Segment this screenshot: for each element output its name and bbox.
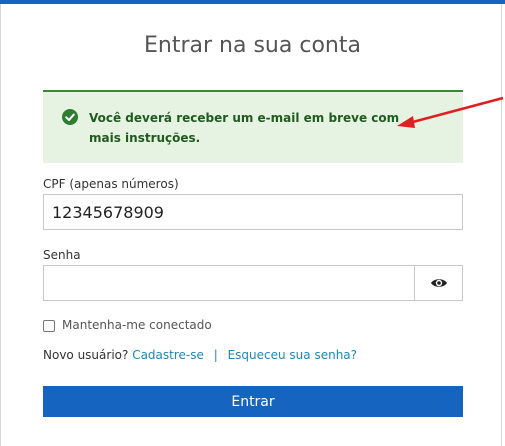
show-password-button[interactable] — [414, 266, 462, 300]
annotation-arrow-icon — [397, 96, 504, 128]
page-title: Entrar na sua conta — [144, 33, 361, 58]
new-user-text: Novo usuário? — [43, 348, 129, 362]
cpf-value: 12345678909 — [52, 203, 164, 222]
link-separator: | — [213, 348, 218, 362]
password-label: Senha — [43, 248, 81, 262]
check-circle-icon — [62, 109, 78, 125]
password-field[interactable] — [43, 265, 463, 301]
forgot-password-link[interactable]: Esqueceu sua senha? — [228, 348, 357, 362]
cpf-field[interactable]: 12345678909 — [43, 194, 463, 230]
cpf-label: CPF (apenas números) — [43, 177, 179, 191]
eye-icon — [430, 279, 447, 287]
remember-me-label[interactable]: Mantenha-me conectado — [62, 318, 212, 332]
login-button[interactable]: Entrar — [43, 386, 463, 417]
remember-me-checkbox[interactable] — [43, 320, 55, 332]
account-links: Novo usuário? Cadastre-se | Esqueceu sua… — [43, 348, 357, 362]
register-link[interactable]: Cadastre-se — [132, 348, 204, 362]
alert-message: Você deverá receber um e-mail em breve c… — [89, 111, 400, 145]
